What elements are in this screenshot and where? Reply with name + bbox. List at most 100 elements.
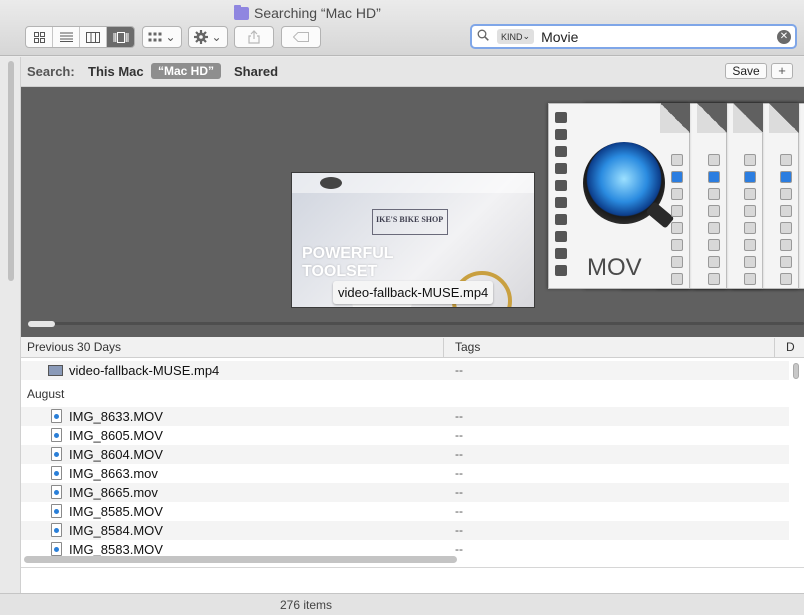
file-tags: -- bbox=[455, 466, 463, 480]
cover-flow-icon bbox=[113, 31, 128, 43]
film-strip-right bbox=[780, 154, 792, 285]
file-tags: -- bbox=[455, 542, 463, 556]
list-item[interactable]: IMG_8585.MOV -- bbox=[21, 502, 789, 521]
file-name: IMG_8584.MOV bbox=[69, 523, 163, 538]
scope-shared[interactable]: Shared bbox=[234, 64, 278, 79]
toolbar: Searching “Mac HD” ⌄ ⌄ KIND ⌄ Movie ✕ bbox=[0, 0, 804, 56]
file-tags: -- bbox=[455, 409, 463, 423]
add-criteria-button[interactable]: + bbox=[771, 63, 793, 79]
list-item[interactable]: IMG_8605.MOV -- bbox=[21, 426, 789, 445]
page-fold bbox=[697, 103, 727, 133]
list-item[interactable]: IMG_8663.mov -- bbox=[21, 464, 789, 483]
list-lines-icon bbox=[59, 32, 73, 42]
list-horizontal-scrollbar[interactable] bbox=[24, 556, 457, 563]
video-file-icon bbox=[48, 365, 63, 376]
file-name: IMG_8633.MOV bbox=[69, 409, 163, 424]
chevron-down-icon: ⌄ bbox=[165, 30, 176, 44]
scope-mac-hd[interactable]: “Mac HD” bbox=[151, 63, 222, 79]
movie-file-icon bbox=[51, 466, 62, 480]
film-strip-right bbox=[671, 154, 683, 285]
list-item[interactable]: IMG_8665.mov -- bbox=[21, 483, 789, 502]
kind-token-label: KIND bbox=[501, 31, 523, 42]
kind-search-token[interactable]: KIND ⌄ bbox=[497, 29, 535, 44]
share-icon bbox=[248, 30, 260, 44]
gear-icon bbox=[194, 30, 209, 44]
movie-file-icon bbox=[51, 428, 62, 442]
list-item[interactable]: IMG_8633.MOV -- bbox=[21, 407, 789, 426]
search-input[interactable]: Movie bbox=[541, 29, 578, 45]
clear-search-icon[interactable]: ✕ bbox=[777, 30, 791, 44]
list-header: Previous 30 Days Tags D bbox=[21, 337, 804, 358]
page-fold bbox=[769, 103, 799, 133]
window-title-text: Searching “Mac HD” bbox=[254, 5, 381, 21]
icon-grid-icon bbox=[33, 31, 45, 43]
arrange-button[interactable]: ⌄ bbox=[142, 26, 182, 48]
file-tags: -- bbox=[455, 428, 463, 442]
file-tags: -- bbox=[455, 363, 463, 377]
file-name: IMG_8585.MOV bbox=[69, 504, 163, 519]
page-fold bbox=[660, 103, 690, 133]
mov-file-cover-front[interactable]: MOV bbox=[548, 103, 690, 289]
scope-label: Search: bbox=[27, 64, 75, 79]
file-name-tooltip: video-fallback-MUSE.mp4 bbox=[333, 281, 494, 304]
status-bar: 276 items bbox=[0, 593, 804, 615]
file-name: IMG_8583.MOV bbox=[69, 542, 163, 557]
mov-label: MOV bbox=[587, 254, 642, 281]
window-title: Searching “Mac HD” bbox=[234, 4, 381, 22]
column-view-button[interactable] bbox=[80, 27, 107, 47]
item-count: 276 items bbox=[280, 598, 333, 612]
search-scope-bar: Search: This Mac “Mac HD” Shared Save + bbox=[21, 57, 804, 87]
page-fold bbox=[733, 103, 763, 133]
file-name: IMG_8604.MOV bbox=[69, 447, 163, 462]
column-divider[interactable] bbox=[774, 338, 775, 357]
chevron-down-icon: ⌄ bbox=[522, 31, 531, 41]
list-item[interactable]: IMG_8604.MOV -- bbox=[21, 445, 789, 464]
list-item[interactable]: IMG_8584.MOV -- bbox=[21, 521, 789, 540]
file-list: Previous 30 Days Tags D video-fallback-M… bbox=[21, 337, 804, 567]
left-scroll-area bbox=[0, 57, 21, 593]
movie-file-icon bbox=[51, 447, 62, 461]
file-tags: -- bbox=[455, 523, 463, 537]
movie-file-icon bbox=[51, 409, 62, 423]
left-scrollbar-thumb[interactable] bbox=[8, 61, 14, 281]
cover-flow-scroll-thumb[interactable] bbox=[28, 321, 55, 327]
cover-flow-scroll-track[interactable] bbox=[28, 322, 804, 325]
movie-file-icon bbox=[51, 485, 62, 499]
tag-icon bbox=[293, 32, 309, 42]
file-tags: -- bbox=[455, 504, 463, 518]
file-name: IMG_8663.mov bbox=[69, 466, 158, 481]
column-divider[interactable] bbox=[443, 338, 444, 357]
scope-this-mac[interactable]: This Mac bbox=[88, 64, 144, 79]
film-strip-right bbox=[708, 154, 720, 285]
action-button[interactable]: ⌄ bbox=[188, 26, 228, 48]
list-view-button[interactable] bbox=[53, 27, 80, 47]
cover-flow-view-button[interactable] bbox=[107, 27, 134, 47]
file-tags: -- bbox=[455, 485, 463, 499]
movie-file-icon bbox=[51, 523, 62, 537]
list-vertical-scrollbar[interactable] bbox=[793, 363, 799, 379]
smart-folder-icon bbox=[234, 4, 249, 20]
share-button[interactable] bbox=[234, 26, 274, 48]
file-name: IMG_8605.MOV bbox=[69, 428, 163, 443]
group-header-august: August bbox=[27, 387, 65, 401]
tags-button[interactable] bbox=[281, 26, 321, 48]
cover-flow-area: IKE'S BIKE SHOP POWERFUL TOOLSET video-f… bbox=[21, 87, 804, 337]
file-name: IMG_8665.mov bbox=[69, 485, 158, 500]
search-field[interactable]: KIND ⌄ Movie ✕ bbox=[470, 24, 797, 49]
film-strip-left bbox=[555, 112, 569, 282]
column-header-name[interactable]: Previous 30 Days bbox=[27, 340, 121, 354]
movie-file-icon bbox=[51, 542, 62, 556]
path-bar bbox=[21, 567, 804, 593]
preview-headline: POWERFUL TOOLSET bbox=[302, 245, 394, 280]
icon-view-button[interactable] bbox=[26, 27, 53, 47]
save-search-button[interactable]: Save bbox=[725, 63, 767, 79]
preview-shop-text: IKE'S BIKE SHOP bbox=[376, 215, 444, 224]
search-icon bbox=[472, 29, 494, 44]
arrange-grid-icon bbox=[148, 32, 162, 41]
columns-icon bbox=[86, 31, 100, 43]
column-header-tags[interactable]: Tags bbox=[455, 340, 480, 354]
view-mode-control bbox=[25, 26, 135, 48]
column-header-date[interactable]: D bbox=[786, 340, 795, 354]
list-item[interactable]: video-fallback-MUSE.mp4 -- bbox=[21, 361, 789, 380]
file-name: video-fallback-MUSE.mp4 bbox=[69, 363, 220, 378]
